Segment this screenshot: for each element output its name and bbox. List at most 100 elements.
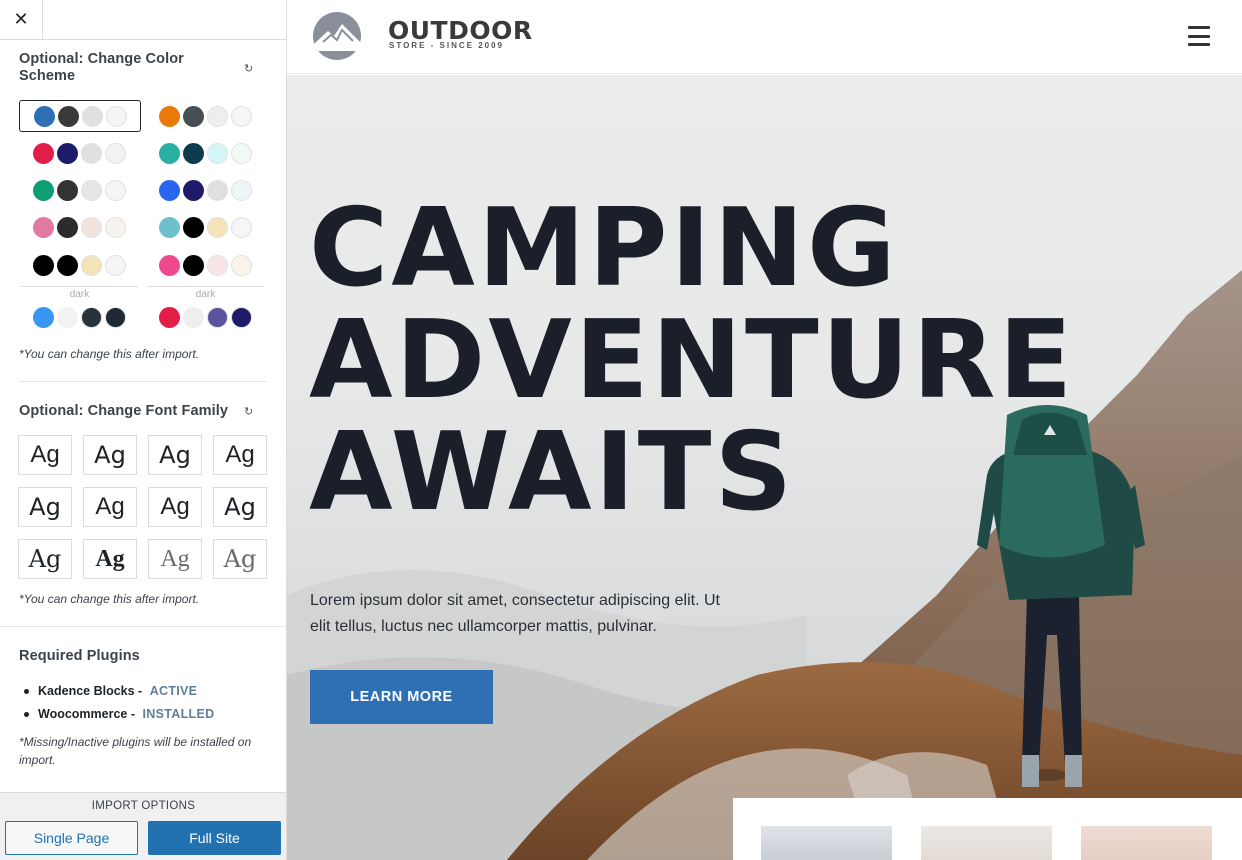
- color-swatch: [58, 105, 79, 127]
- color-swatch: [57, 254, 78, 276]
- color-swatch: [105, 179, 126, 201]
- font-option[interactable]: Ag: [18, 435, 72, 475]
- color-swatch: [81, 216, 102, 238]
- close-button[interactable]: ✕: [0, 0, 43, 39]
- color-swatch: [159, 105, 180, 127]
- color-swatch: [231, 179, 252, 201]
- color-swatch: [57, 306, 78, 328]
- list-item: Kadence Blocks - ACTIVE: [19, 680, 269, 703]
- color-swatch: [207, 306, 228, 328]
- font-option[interactable]: Ag: [148, 487, 202, 527]
- color-swatch: [159, 179, 180, 201]
- close-icon: ✕: [13, 9, 29, 29]
- font-note: *You can change this after import.: [19, 592, 200, 606]
- color-swatch: [33, 179, 54, 201]
- divider: [0, 626, 286, 627]
- color-scheme-title: Optional: Change Color Scheme: [19, 51, 184, 84]
- font-option[interactable]: Ag: [148, 435, 202, 475]
- logo-tagline: STORE - SINCE 2009: [389, 41, 504, 50]
- bottom-card: [733, 798, 1242, 860]
- thumbnail-image: [761, 826, 892, 860]
- color-swatch: [207, 142, 228, 164]
- color-swatch: [105, 216, 126, 238]
- full-site-button[interactable]: Full Site: [148, 821, 281, 855]
- thumbnail-image: [1081, 826, 1212, 860]
- hamburger-icon[interactable]: [1188, 26, 1210, 46]
- color-swatch: [81, 142, 102, 164]
- color-palette-option[interactable]: [19, 249, 141, 281]
- color-swatch: [106, 105, 127, 127]
- color-palette-option[interactable]: [19, 100, 141, 132]
- color-palette-option[interactable]: [19, 137, 141, 169]
- color-swatch: [105, 142, 126, 164]
- font-option[interactable]: Ag: [18, 487, 72, 527]
- color-swatch: [231, 216, 252, 238]
- color-palette-option[interactable]: [19, 301, 141, 333]
- font-family-title: Optional: Change Font Family: [19, 403, 229, 419]
- color-palette-option[interactable]: [145, 137, 267, 169]
- plugins-note: *Missing/Inactive plugins will be instal…: [19, 735, 252, 767]
- color-swatch: [81, 254, 102, 276]
- color-palette-option[interactable]: [145, 211, 267, 243]
- hero-headline: CAMPING ADVENTURE AWAITS: [309, 186, 1076, 535]
- hero-section: CAMPING ADVENTURE AWAITS Lorem ipsum dol…: [287, 75, 1242, 860]
- font-option[interactable]: Ag: [83, 487, 137, 527]
- divider: [19, 381, 267, 382]
- reset-font-icon[interactable]: ↻: [244, 405, 256, 418]
- color-swatch: [159, 142, 180, 164]
- reset-color-icon[interactable]: ↻: [244, 62, 256, 75]
- color-swatch: [183, 105, 204, 127]
- status-badge: ACTIVE: [149, 684, 198, 698]
- font-option[interactable]: Ag: [83, 539, 137, 579]
- font-option[interactable]: Ag: [18, 539, 72, 579]
- font-option[interactable]: Ag: [213, 539, 267, 579]
- font-option[interactable]: Ag: [213, 435, 267, 475]
- color-palette-option[interactable]: [145, 100, 267, 132]
- font-option[interactable]: Ag: [213, 487, 267, 527]
- color-swatch: [105, 254, 126, 276]
- color-palette-option[interactable]: [145, 249, 267, 281]
- thumbnail-image: [921, 826, 1052, 860]
- color-swatch: [82, 105, 103, 127]
- bullet-icon: [24, 689, 29, 694]
- color-swatch: [183, 306, 204, 328]
- color-swatch: [207, 254, 228, 276]
- list-item: Woocommerce - INSTALLED: [19, 703, 269, 726]
- color-swatch: [231, 105, 252, 127]
- color-palette-option[interactable]: [19, 211, 141, 243]
- color-palette-option[interactable]: [145, 174, 267, 206]
- status-badge: INSTALLED: [142, 707, 215, 721]
- learn-more-button[interactable]: LEARN MORE: [310, 670, 493, 724]
- color-swatch: [207, 216, 228, 238]
- font-option[interactable]: Ag: [148, 539, 202, 579]
- color-swatch: [57, 179, 78, 201]
- import-options-label: IMPORT OPTIONS: [91, 800, 196, 812]
- sidebar-topbar: ✕: [0, 0, 286, 40]
- color-swatch: [81, 306, 102, 328]
- color-swatch: [57, 216, 78, 238]
- import-sidebar: ✕ Optional: Change Color Scheme ↻ dark d…: [0, 0, 287, 860]
- color-swatch: [183, 142, 204, 164]
- site-header: OUTDOOR STORE - SINCE 2009: [287, 0, 1242, 74]
- color-swatch: [33, 254, 54, 276]
- dark-label-right: dark: [147, 286, 264, 300]
- color-swatch: [159, 306, 180, 328]
- import-options-bar: IMPORT OPTIONS Single Page Full Site: [0, 792, 286, 860]
- dark-label-left: dark: [21, 286, 138, 300]
- hero-body-text: Lorem ipsum dolor sit amet, consectetur …: [310, 592, 720, 635]
- mountain-logo-icon: [313, 12, 361, 60]
- color-note: *You can change this after import.: [19, 347, 200, 361]
- color-swatch: [183, 216, 204, 238]
- font-option[interactable]: Ag: [83, 435, 137, 475]
- color-swatch: [33, 142, 54, 164]
- color-palette-option[interactable]: [145, 301, 267, 333]
- single-page-button[interactable]: Single Page: [5, 821, 138, 855]
- bullet-icon: [24, 712, 29, 717]
- site-preview: OUTDOOR STORE - SINCE 2009 CAMPING ADVEN…: [287, 0, 1242, 860]
- color-swatch: [81, 179, 102, 201]
- color-swatch: [183, 179, 204, 201]
- color-swatch: [231, 306, 252, 328]
- color-palette-option[interactable]: [19, 174, 141, 206]
- required-plugins-title: Required Plugins: [19, 648, 140, 664]
- color-swatch: [159, 216, 180, 238]
